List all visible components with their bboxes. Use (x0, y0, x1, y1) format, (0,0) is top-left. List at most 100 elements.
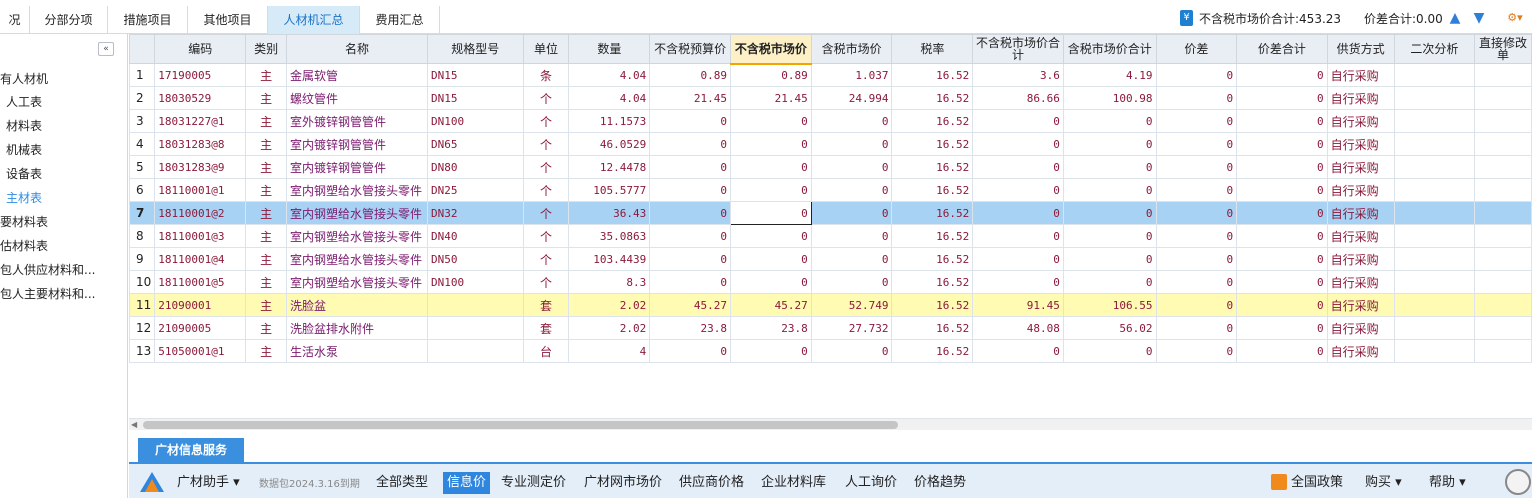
cell-diff[interactable]: 0 (1155, 247, 1238, 271)
cell-tax-rate[interactable]: 16.52 (891, 201, 974, 225)
cell-quantity[interactable]: 103.4439 (568, 247, 651, 271)
menu-market-price[interactable]: 广材网市场价 (584, 472, 662, 494)
cell-market-price[interactable]: 0 (730, 109, 812, 133)
cell-diff-sum[interactable]: 0 (1236, 293, 1328, 317)
cell-diff-sum[interactable]: 0 (1236, 224, 1328, 248)
cell-budget-price[interactable]: 0 (649, 132, 731, 156)
row-index[interactable]: 12 (129, 316, 156, 340)
helper-dropdown[interactable]: 广材助手 ▾ (177, 472, 240, 494)
cell-budget-price[interactable]: 0 (649, 270, 731, 294)
cell-market-sum[interactable]: 0 (972, 178, 1064, 202)
row-index[interactable]: 2 (129, 86, 156, 110)
cell-market-price[interactable]: 0.89 (730, 63, 812, 87)
cell-category[interactable]: 主 (245, 270, 287, 294)
tab-labor-material-summary[interactable]: 人材机汇总 (268, 6, 360, 34)
cell-quantity[interactable]: 11.1573 (568, 109, 651, 133)
sidebar-item-material[interactable]: 材料表 (6, 116, 42, 136)
cell-budget-price[interactable]: 0 (649, 109, 731, 133)
cell-budget-price[interactable]: 0 (649, 201, 731, 225)
menu-price-trend[interactable]: 价格趋势 (914, 472, 966, 494)
cell-category[interactable]: 主 (245, 339, 287, 363)
cell-tax-rate[interactable]: 16.52 (891, 63, 974, 87)
menu-labor-inquiry[interactable]: 人工询价 (845, 472, 897, 494)
sidebar-item-labor[interactable]: 人工表 (6, 92, 42, 112)
cell-spec[interactable]: DN15 (426, 63, 524, 87)
cell-tax-market-price[interactable]: 0 (810, 155, 893, 179)
cell-spec[interactable] (426, 316, 524, 340)
cell-direct-edit[interactable] (1474, 201, 1532, 225)
cell-direct-edit[interactable] (1474, 86, 1532, 110)
menu-all-types[interactable]: 全部类型 (376, 472, 428, 494)
cell-market-sum[interactable]: 0 (972, 270, 1064, 294)
cell-diff[interactable]: 0 (1155, 155, 1238, 179)
cell-quantity[interactable]: 105.5777 (568, 178, 651, 202)
cell-quantity[interactable]: 2.02 (568, 316, 651, 340)
cell-supply[interactable]: 自行采购 (1326, 132, 1395, 156)
collapse-sidebar-icon[interactable]: « (98, 42, 114, 56)
col-header-index[interactable] (129, 34, 156, 64)
cell-diff[interactable]: 0 (1155, 270, 1238, 294)
sidebar-item-key-material[interactable]: 要材料表 (0, 212, 48, 232)
col-header-spec[interactable]: 规格型号 (426, 34, 524, 64)
col-header-tax-market-sum[interactable]: 含税市场价合计 (1062, 34, 1157, 64)
cell-spec[interactable]: DN50 (426, 247, 524, 271)
cell-tax-rate[interactable]: 16.52 (891, 293, 974, 317)
cell-tax-market-sum[interactable]: 0 (1062, 247, 1157, 271)
cell-diff-sum[interactable]: 0 (1236, 339, 1328, 363)
table-row[interactable]: 5 18031283@9 主室内镀锌钢管管件 DN80 个 12.4478 0 0 0 16.52… (129, 155, 1532, 179)
cell-tax-market-price[interactable]: 0 (810, 270, 893, 294)
cell-supply[interactable]: 自行采购 (1326, 247, 1395, 271)
col-header-tax-rate[interactable]: 税率 (891, 34, 974, 64)
cell-tax-market-sum[interactable]: 0 (1062, 178, 1157, 202)
cell-unit[interactable]: 个 (522, 247, 570, 271)
cell-category[interactable]: 主 (245, 178, 287, 202)
cell-tax-market-price[interactable]: 24.994 (810, 86, 893, 110)
cell-supply[interactable]: 自行采购 (1326, 293, 1395, 317)
cell-unit[interactable]: 个 (522, 178, 570, 202)
cell-tax-market-sum[interactable]: 56.02 (1062, 316, 1157, 340)
cell-name[interactable]: 金属软管 (286, 63, 428, 87)
cell-market-price[interactable]: 0 (730, 155, 812, 179)
cell-unit[interactable]: 台 (522, 339, 570, 363)
cell-budget-price[interactable]: 0 (649, 247, 731, 271)
cell-name[interactable]: 室内镀锌钢管管件 (286, 155, 428, 179)
cell-name[interactable]: 螺纹管件 (286, 86, 428, 110)
cell-market-price[interactable]: 0 (730, 270, 812, 294)
cell-secondary-analysis[interactable] (1393, 63, 1476, 87)
table-row[interactable]: 8 18110001@3 主室内钢塑给水管接头零件 DN40 个 35.0863 0 0 0 16… (129, 224, 1532, 248)
cell-supply[interactable]: 自行采购 (1326, 155, 1395, 179)
cell-diff-sum[interactable]: 0 (1236, 201, 1328, 225)
cell-tax-rate[interactable]: 16.52 (891, 86, 974, 110)
col-header-budget-price[interactable]: 不含税预算价 (649, 34, 731, 64)
cell-direct-edit[interactable] (1474, 178, 1532, 202)
cell-spec[interactable]: DN15 (426, 86, 524, 110)
cell-diff-sum[interactable]: 0 (1236, 63, 1328, 87)
cell-tax-market-sum[interactable]: 0 (1062, 270, 1157, 294)
sidebar-item-equipment[interactable]: 设备表 (6, 164, 42, 184)
cell-direct-edit[interactable] (1474, 270, 1532, 294)
cell-market-price[interactable]: 0 (730, 178, 812, 202)
cell-unit[interactable]: 条 (522, 63, 570, 87)
cell-tax-market-price[interactable]: 0 (810, 132, 893, 156)
table-row[interactable]: 12 21090005 主洗脸盆排水附件套 2.02 23.8 23.8 27.732 16.… (129, 316, 1532, 340)
col-header-name[interactable]: 名称 (286, 34, 428, 64)
menu-enterprise-library[interactable]: 企业材料库 (761, 472, 826, 494)
cell-spec[interactable]: DN80 (426, 155, 524, 179)
cell-tax-market-price[interactable]: 27.732 (810, 316, 893, 340)
cell-name[interactable]: 生活水泵 (286, 339, 428, 363)
cell-tax-market-price[interactable]: 0 (810, 247, 893, 271)
sidebar-item-contractor-supplied[interactable]: 包人供应材料和... (0, 260, 95, 280)
cell-secondary-analysis[interactable] (1393, 86, 1476, 110)
row-index[interactable]: 4 (129, 132, 156, 156)
sidebar-item-machine[interactable]: 机械表 (6, 140, 42, 160)
help-dropdown[interactable]: 帮助 ▾ (1429, 472, 1466, 494)
national-policy-link[interactable]: 全国政策 (1291, 472, 1343, 494)
menu-info-price[interactable]: 信息价 (443, 472, 491, 494)
cell-secondary-analysis[interactable] (1393, 270, 1476, 294)
cell-direct-edit[interactable] (1474, 316, 1532, 340)
cell-diff-sum[interactable]: 0 (1236, 270, 1328, 294)
cell-diff[interactable]: 0 (1155, 86, 1238, 110)
cell-category[interactable]: 主 (245, 316, 287, 340)
cell-name[interactable]: 室内镀锌钢管管件 (286, 132, 428, 156)
cell-unit[interactable]: 个 (522, 86, 570, 110)
